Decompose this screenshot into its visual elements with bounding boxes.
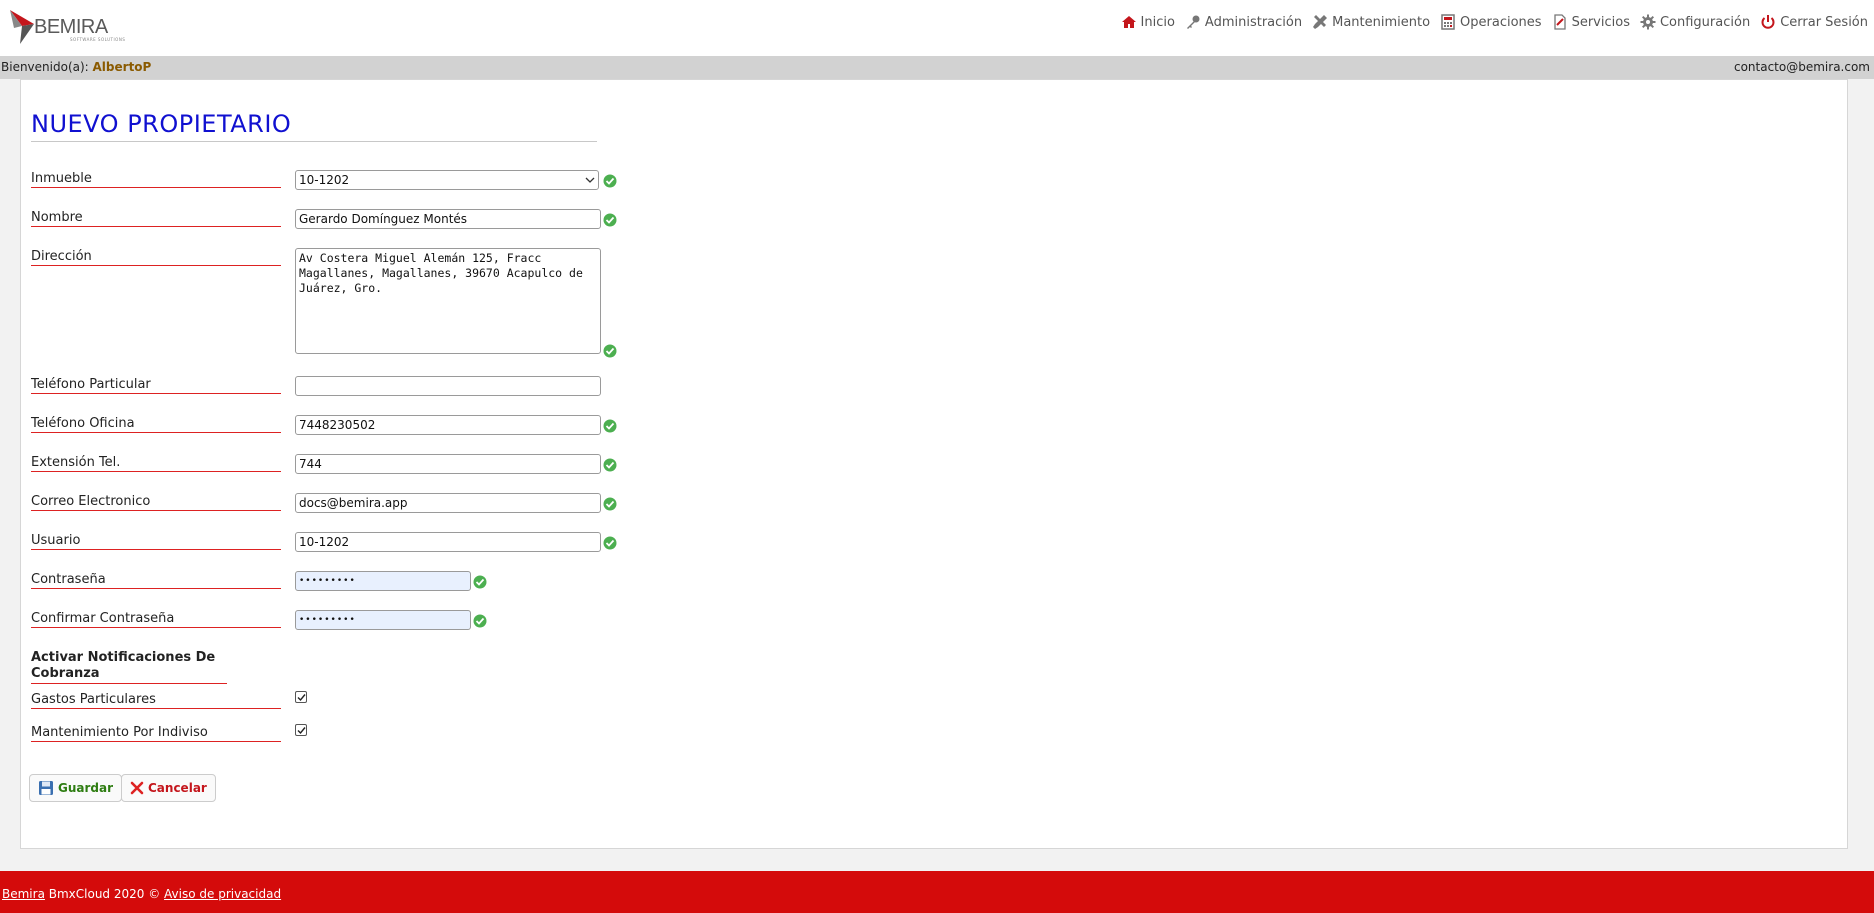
form-panel: NUEVO PROPIETARIO Inmueble 10-1202 Nombr…: [20, 79, 1848, 849]
gastos-checkbox[interactable]: [295, 691, 307, 703]
welcome-prefix: Bienvenido(a):: [1, 60, 93, 74]
logo-brand: BEMIRA: [34, 16, 108, 38]
valid-check-icon: [603, 213, 617, 227]
valid-check-icon: [603, 174, 617, 188]
nav-label: Cerrar Sesión: [1780, 14, 1868, 30]
tel-particular-input[interactable]: [295, 376, 601, 396]
home-icon: [1121, 16, 1136, 28]
nav-label: Configuración: [1659, 14, 1751, 30]
valid-check-icon: [603, 344, 617, 358]
welcome-text: Bienvenido(a): AlbertoP: [1, 60, 151, 74]
nav-label: Mantenimiento: [1332, 14, 1431, 30]
extension-input[interactable]: 744: [295, 454, 601, 474]
valid-check-icon: [603, 419, 617, 433]
nav-label: Inicio: [1140, 14, 1175, 30]
floppy-disk-icon: [39, 781, 53, 795]
save-button[interactable]: Guardar: [29, 774, 123, 802]
confirmar-label: Confirmar Contraseña: [31, 611, 281, 628]
close-icon: [130, 781, 144, 795]
valid-check-icon: [603, 497, 617, 511]
cancel-button[interactable]: Cancelar: [121, 774, 216, 802]
bemira-logo[interactable]: BEMIRA SOFTWARE SOLUTIONS: [8, 6, 138, 46]
footer-brand-link[interactable]: Bemira: [2, 887, 45, 901]
gear-icon: [1640, 14, 1656, 30]
contrasena-input[interactable]: •••••••••: [295, 571, 471, 591]
checkmark-icon: [297, 694, 306, 702]
nav-label: Administración: [1204, 14, 1303, 30]
nav-label: Operaciones: [1460, 14, 1542, 30]
gastos-label: Gastos Particulares: [31, 692, 281, 709]
save-button-label: Guardar: [58, 781, 114, 795]
inmueble-select[interactable]: 10-1202: [295, 170, 599, 190]
correo-input[interactable]: docs@bemira.app: [295, 493, 601, 513]
contact-email: contacto@bemira.com: [1733, 60, 1870, 74]
nav-label: Servicios: [1571, 14, 1630, 30]
direccion-textarea[interactable]: Av Costera Miguel Alemán 125, Fracc Maga…: [295, 248, 601, 354]
nav-item-mantenimiento[interactable]: Mantenimiento: [1312, 14, 1430, 30]
footer-text: Bemira BmxCloud 2020 © Aviso de privacid…: [2, 887, 281, 901]
top-bar: BEMIRA SOFTWARE SOLUTIONS Inicio Adminis…: [0, 0, 1874, 56]
document-icon: [1553, 14, 1566, 30]
correo-label: Correo Electronico: [31, 494, 281, 511]
footer: Bemira BmxCloud 2020 © Aviso de privacid…: [0, 871, 1874, 913]
mantenimiento-checkbox[interactable]: [295, 724, 307, 736]
chevron-down-icon: [585, 177, 595, 183]
inmueble-label: Inmueble: [31, 171, 281, 188]
checkmark-icon: [297, 727, 306, 735]
extension-label: Extensión Tel.: [31, 455, 281, 472]
direccion-label: Dirección: [31, 249, 281, 266]
welcome-bar: Bienvenido(a): AlbertoP contacto@bemira.…: [0, 56, 1874, 79]
nav-item-servicios[interactable]: Servicios: [1552, 14, 1630, 30]
nombre-input[interactable]: Gerardo Domínguez Montés: [295, 209, 601, 229]
cancel-button-label: Cancelar: [148, 781, 207, 795]
logo-tagline: SOFTWARE SOLUTIONS: [70, 37, 126, 42]
mantenimiento-label: Mantenimiento Por Indiviso: [31, 725, 281, 742]
nav-item-inicio[interactable]: Inicio: [1121, 14, 1175, 30]
valid-check-icon: [473, 614, 487, 628]
nav-item-administracion[interactable]: Administración: [1185, 14, 1302, 30]
welcome-user: AlbertoP: [92, 60, 152, 74]
footer-copyright: BmxCloud 2020 ©: [44, 887, 165, 901]
nav-item-cerrar-sesion[interactable]: Cerrar Sesión: [1760, 14, 1868, 30]
nombre-label: Nombre: [31, 210, 281, 227]
valid-check-icon: [603, 458, 617, 472]
main-nav: Inicio Administración Mantenimiento Oper…: [1121, 14, 1868, 30]
contrasena-label: Contraseña: [31, 572, 281, 589]
confirmar-input[interactable]: •••••••••: [295, 610, 471, 630]
usuario-label: Usuario: [31, 533, 281, 550]
privacy-link[interactable]: Aviso de privacidad: [164, 887, 281, 901]
valid-check-icon: [603, 536, 617, 550]
notificaciones-section-title: Activar Notificaciones De Cobranza: [31, 650, 227, 684]
page-title: NUEVO PROPIETARIO: [31, 110, 597, 142]
calculator-icon: [1441, 14, 1455, 30]
key-icon: [1186, 15, 1200, 29]
nav-item-configuracion[interactable]: Configuración: [1640, 14, 1750, 30]
nav-item-operaciones[interactable]: Operaciones: [1440, 14, 1542, 30]
tel-oficina-input[interactable]: 7448230502: [295, 415, 601, 435]
tel-particular-label: Teléfono Particular: [31, 377, 281, 394]
tel-oficina-label: Teléfono Oficina: [31, 416, 281, 433]
valid-check-icon: [473, 575, 487, 589]
inmueble-selected: 10-1202: [299, 173, 350, 187]
power-icon: [1761, 15, 1775, 29]
tools-icon: [1313, 15, 1328, 29]
usuario-input[interactable]: 10-1202: [295, 532, 601, 552]
